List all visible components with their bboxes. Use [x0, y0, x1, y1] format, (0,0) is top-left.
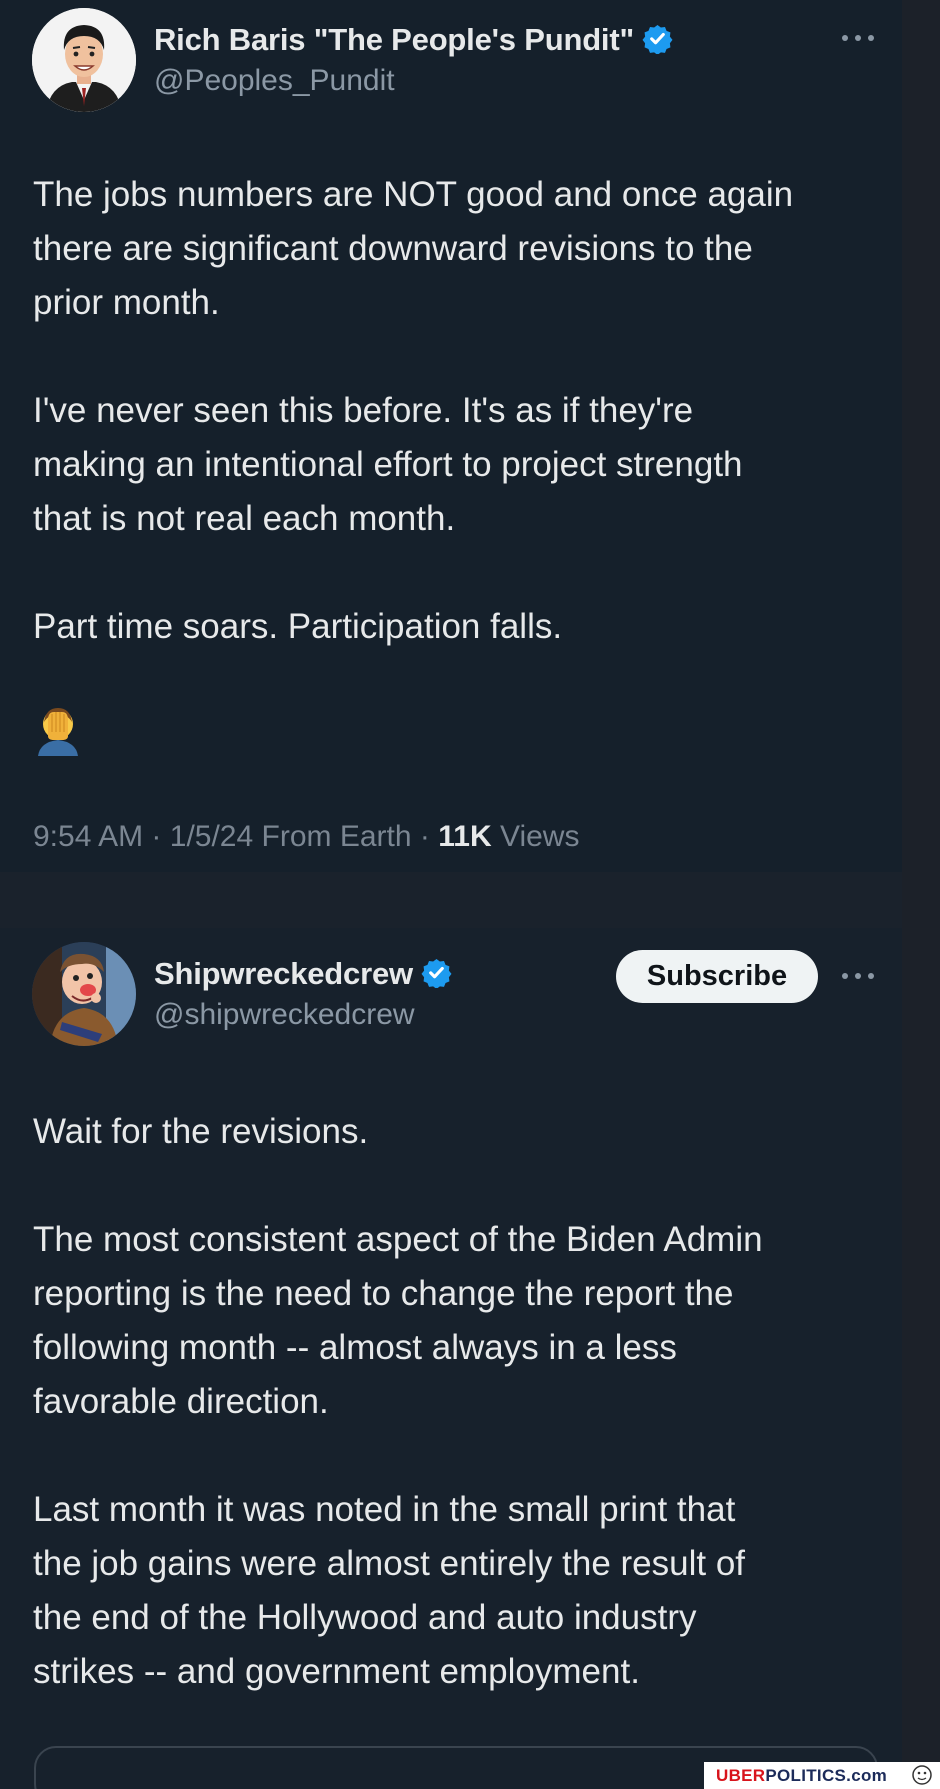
author-name-text[interactable]: Rich Baris "The People's Pundit" [154, 22, 634, 57]
more-options-icon[interactable] [838, 966, 878, 986]
author-display-name[interactable]: Rich Baris "The People's Pundit" [154, 22, 673, 58]
watermark-face-icon [912, 1765, 932, 1785]
more-options-icon[interactable] [838, 28, 878, 48]
reply-author-avatar[interactable] [32, 942, 136, 1046]
watermark-red-text: UBER [716, 1765, 766, 1785]
views-count[interactable]: 11K [438, 820, 491, 853]
face-palm-emoji-icon [34, 702, 82, 756]
cartoon-portrait-man-avatar-icon [32, 8, 136, 112]
tweet-date[interactable]: 1/5/24 [170, 820, 253, 853]
tweet-paragraph: Wait for the revisions. [33, 1112, 369, 1151]
right-gutter [902, 0, 940, 1789]
meta-separator: · [419, 820, 430, 853]
subscribe-button[interactable]: Subscribe [616, 950, 818, 1003]
site-watermark: UBER POLITICS.com [704, 1762, 940, 1789]
tweet-metadata: 9:54 AM · 1/5/24 From Earth · 11K Views [33, 820, 579, 854]
tweet-paragraph: The most consistent aspect of the Biden … [33, 1220, 763, 1421]
reply-author-display-name[interactable]: Shipwreckedcrew [154, 956, 452, 992]
meta-separator: · [151, 820, 162, 853]
reply-author-name-text[interactable]: Shipwreckedcrew [154, 956, 413, 991]
tweet-paragraph: Last month it was noted in the small pri… [33, 1490, 746, 1691]
cartoon-character-avatar-icon [32, 942, 136, 1046]
author-avatar[interactable] [32, 8, 136, 112]
reply-author-handle[interactable]: @shipwreckedcrew [154, 998, 415, 1032]
views-label[interactable]: Views [500, 820, 579, 853]
tweet-separator [0, 872, 902, 928]
tweet-paragraph: I've never seen this before. It's as if … [33, 391, 743, 538]
tweet-text: The jobs numbers are NOT good and once a… [33, 168, 893, 654]
tweet-paragraph: The jobs numbers are NOT good and once a… [33, 175, 794, 322]
verified-badge-icon [642, 24, 673, 54]
main-tweet: Rich Baris "The People's Pundit" @People… [0, 0, 902, 872]
watermark-blue-text: POLITICS.com [765, 1765, 888, 1785]
tweet-time[interactable]: 9:54 AM [33, 820, 143, 853]
author-handle[interactable]: @Peoples_Pundit [154, 64, 395, 98]
tweet-paragraph: Part time soars. Participation falls. [33, 607, 563, 646]
verified-badge-icon [421, 958, 452, 988]
reply-tweet-text: Wait for the revisions. The most consist… [33, 1105, 893, 1699]
tweet-location: From Earth [261, 820, 412, 853]
